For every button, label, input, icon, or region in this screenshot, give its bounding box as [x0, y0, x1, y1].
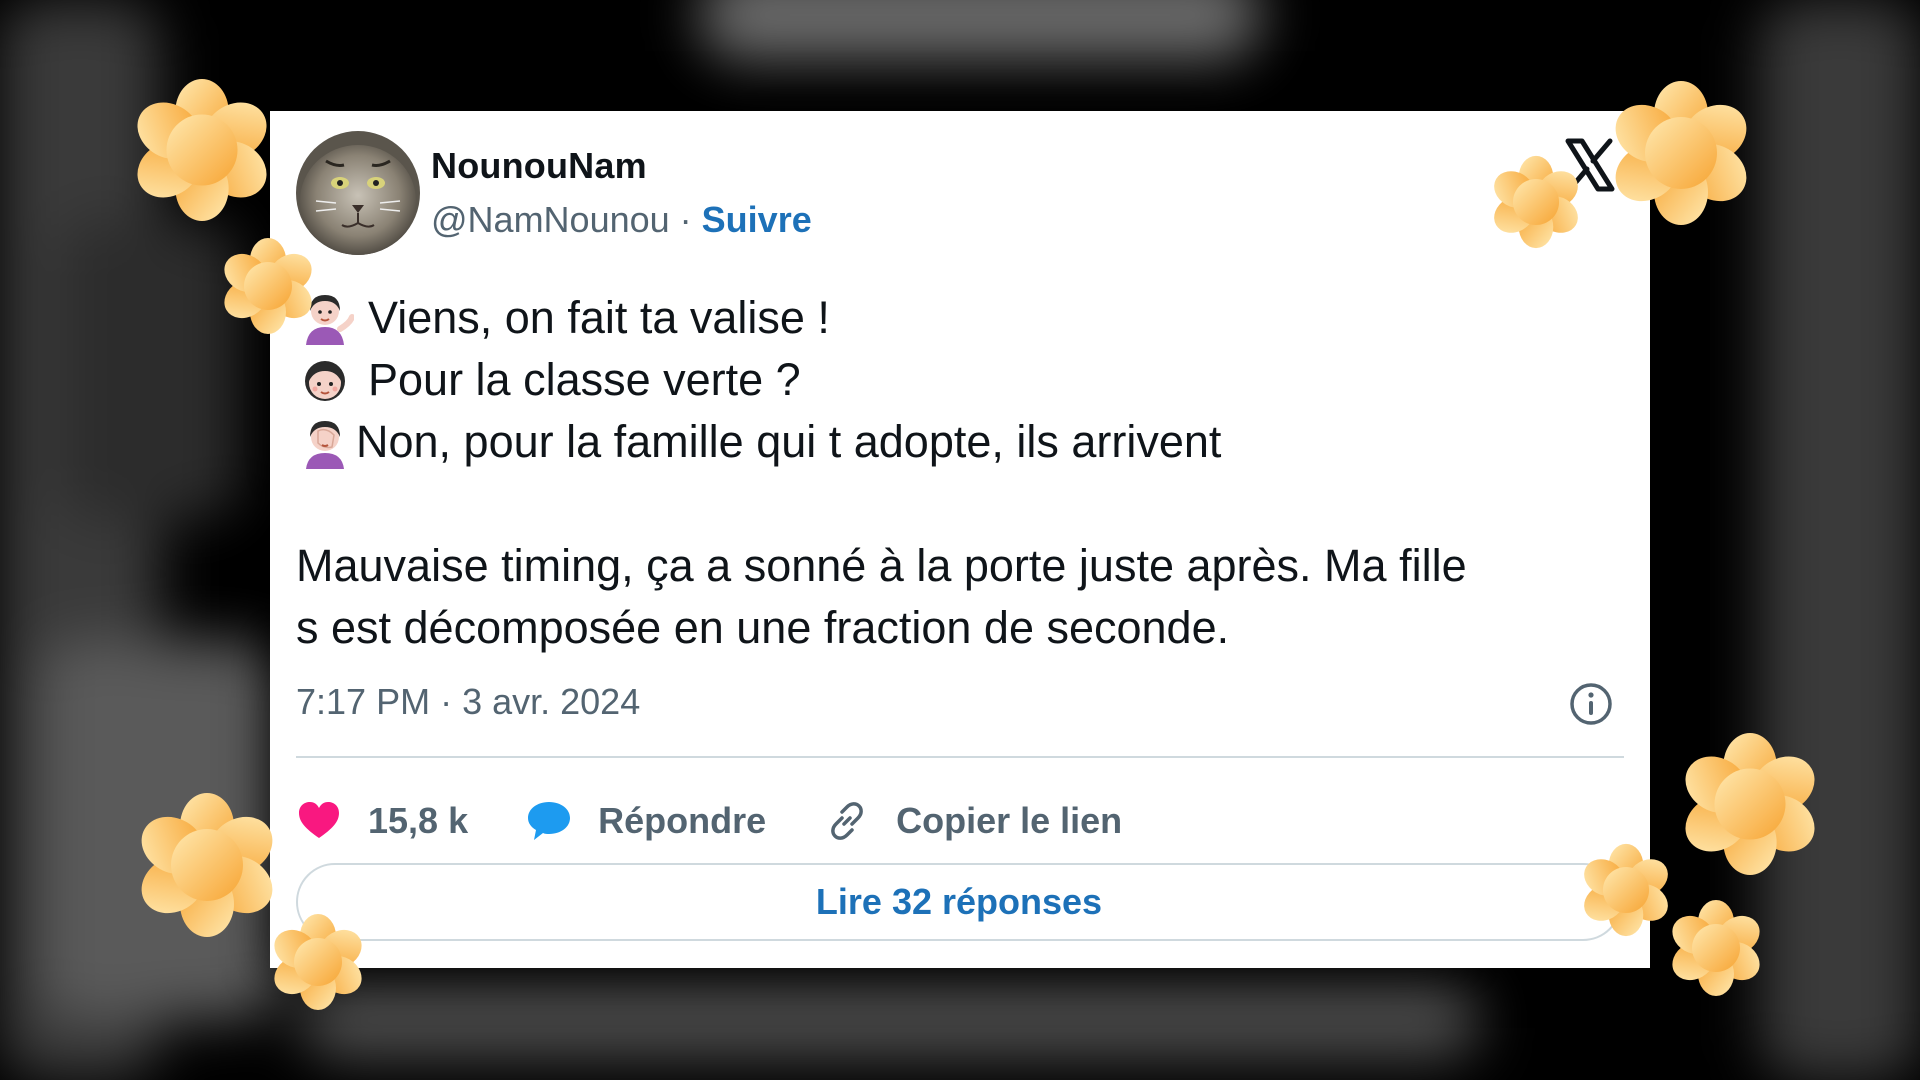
divider — [296, 756, 1624, 758]
woman-emoji-icon — [305, 361, 345, 401]
heart-icon — [299, 802, 339, 838]
handle-separator: · — [669, 199, 702, 240]
flower-decoration-icon — [1578, 843, 1674, 937]
copy-link-button[interactable]: Copier le lien — [824, 798, 1122, 844]
action-bar: 15,8 k Répondre Copier le lien — [296, 781, 1180, 861]
tweet-line-3: Non, pour la famille qui t adopte, ils a… — [296, 411, 1626, 473]
flower-decoration-icon — [132, 793, 282, 937]
tweet-paragraph-line-1: Mauvaise timing, ça a sonné à la porte j… — [296, 540, 1467, 591]
flower-decoration-icon — [1676, 732, 1824, 876]
tweet-date: 3 avr. 2024 — [462, 681, 641, 722]
tweet-line-1-text: Viens, on fait ta valise ! — [368, 292, 830, 343]
speech-bubble-icon — [528, 802, 571, 840]
flower-decoration-icon — [268, 914, 368, 1010]
reply-label: Répondre — [598, 800, 767, 841]
flower-decoration-icon — [1488, 155, 1584, 249]
tweet-card: NounouNam @NamNounou · Suivre Viens, on … — [270, 111, 1650, 968]
like-button[interactable]: 15,8 k — [296, 798, 468, 844]
tweet-paragraph-line-2: s est décomposée en une fraction de seco… — [296, 602, 1230, 653]
tweet-line-3-text: Non, pour la famille qui t adopte, ils a… — [356, 416, 1222, 467]
tweet-line-1: Viens, on fait ta valise ! — [296, 287, 1626, 349]
link-icon — [831, 802, 863, 840]
woman-facepalming-emoji-icon — [306, 421, 344, 469]
meta-separator: · — [430, 681, 463, 722]
follow-button[interactable]: Suivre — [702, 199, 812, 240]
tweet-paragraph: Mauvaise timing, ça a sonné à la porte j… — [296, 535, 1626, 659]
user-handle[interactable]: @NamNounou — [431, 199, 670, 240]
copy-link-label: Copier le lien — [896, 800, 1123, 841]
like-count: 15,8 k — [368, 800, 469, 841]
flower-decoration-icon — [1606, 81, 1756, 225]
tweet-line-2-text: Pour la classe verte ? — [368, 354, 801, 405]
info-icon[interactable] — [1568, 681, 1614, 727]
handle-row: @NamNounou · Suivre — [431, 199, 812, 241]
flower-decoration-icon — [1666, 900, 1766, 996]
background-stage: NounouNam @NamNounou · Suivre Viens, on … — [0, 0, 1920, 1080]
display-name[interactable]: NounouNam — [431, 145, 647, 187]
flower-decoration-icon — [128, 78, 276, 222]
tweet-line-2: Pour la classe verte ? — [296, 349, 1626, 411]
tweet-text: Viens, on fait ta valise ! Pour la class… — [296, 287, 1626, 659]
tweet-timestamp[interactable]: 7:17 PM · 3 avr. 2024 — [296, 681, 640, 723]
reply-button[interactable]: Répondre — [526, 798, 766, 844]
read-replies-button[interactable]: Lire 32 réponses — [296, 863, 1622, 941]
flower-decoration-icon — [218, 238, 318, 334]
tweet-time: 7:17 PM — [296, 681, 431, 722]
